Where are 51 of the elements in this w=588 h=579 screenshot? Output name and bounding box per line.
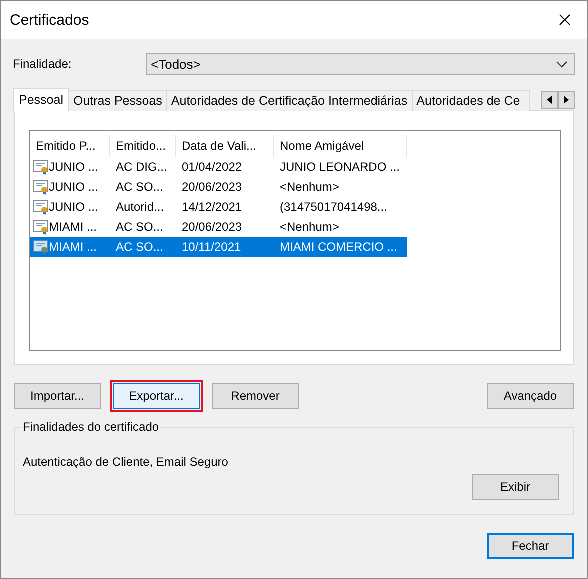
chevron-down-icon <box>556 60 568 68</box>
certificate-icon <box>33 158 48 176</box>
window-title: Certificados <box>10 12 90 28</box>
table-cell-text: MIAMI COMERCIO ... <box>279 239 398 256</box>
action-button[interactable]: Avançado <box>487 383 574 409</box>
purposes-text: Autenticação de Cliente, Email Seguro <box>23 455 230 469</box>
table-cell-text: MIAMI ... <box>49 239 97 256</box>
table-cell-text: JUNIO LEONARDO ... <box>279 159 402 176</box>
tab[interactable]: Pessoal <box>13 88 70 111</box>
purpose-dropdown[interactable]: <Todos> <box>146 53 575 75</box>
field-label: Finalidade: <box>13 57 73 71</box>
tab[interactable]: Outras Pessoas <box>68 90 168 111</box>
left-arrow-icon <box>547 96 552 104</box>
group-title: Finalidades do certificado <box>21 420 162 434</box>
certificate-icon <box>33 238 48 256</box>
table-cell-text: 20/06/2023 <box>181 179 244 196</box>
table-cell-text: JUNIO ... <box>49 179 98 196</box>
table-cell-text: AC SO... <box>115 219 164 236</box>
table-cell-text: AC DIG... <box>115 159 168 176</box>
scroll-left-button[interactable] <box>541 91 558 109</box>
close-icon <box>559 14 571 26</box>
table-cell-text: AC SO... <box>115 239 164 256</box>
table-cell-text: 20/06/2023 <box>181 219 244 236</box>
tab[interactable]: Autoridades de Certificação Intermediárias <box>166 90 413 111</box>
table-cell-text: JUNIO ... <box>49 159 98 176</box>
column-header[interactable]: Emitido... <box>110 135 176 157</box>
table-cell-text: 01/04/2022 <box>181 159 244 176</box>
action-button[interactable]: Remover <box>212 383 299 409</box>
certificate-icon <box>33 198 48 216</box>
table-cell-text: 14/12/2021 <box>181 199 244 216</box>
table-cell-text: MIAMI ... <box>49 219 97 236</box>
view-button[interactable]: Exibir <box>472 474 559 500</box>
column-header[interactable]: Data de Vali... <box>176 135 274 157</box>
column-header[interactable]: Nome Amigável <box>274 135 407 157</box>
right-arrow-icon <box>564 96 569 104</box>
table-cell-text: 10/11/2021 <box>181 239 242 256</box>
table-cell-text: <Nenhum> <box>279 219 340 236</box>
certificate-icon <box>33 218 48 236</box>
table-cell-text: Autorid... <box>115 199 166 216</box>
close-dialog-button[interactable]: Fechar <box>487 533 574 559</box>
action-button[interactable]: Importar... <box>14 383 101 409</box>
table-cell-text: (31475017041498... <box>279 199 388 216</box>
column-header[interactable]: Emitido P... <box>30 135 110 157</box>
selected-row-highlight[interactable]: MIAMI ... AC SO... 10/11/2021 MIAMI COMERCIO ... <box>30 237 407 257</box>
table-cell-text: <Nenhum> <box>279 179 340 196</box>
table-cell-text: JUNIO ... <box>49 199 98 216</box>
tab[interactable]: Autoridades de Ce <box>412 90 530 111</box>
certificate-icon <box>33 178 48 196</box>
table-cell-text: AC SO... <box>115 179 164 196</box>
scroll-right-button[interactable] <box>558 91 575 109</box>
action-button[interactable]: Exportar... <box>113 383 200 409</box>
